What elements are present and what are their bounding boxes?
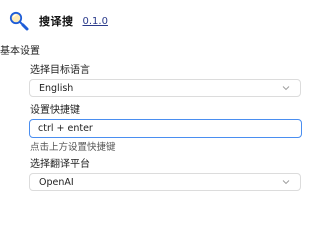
platform-value: OpenAI	[39, 176, 74, 188]
target-language-label: 选择目标语言	[30, 65, 90, 76]
version-link[interactable]: 0.1.0	[83, 16, 108, 27]
platform-label: 选择翻译平台	[30, 159, 90, 170]
target-language-select[interactable]: English	[29, 79, 301, 97]
magnifier-logo-icon	[8, 10, 30, 32]
chevron-down-icon	[282, 84, 290, 92]
shortcut-input[interactable]	[29, 119, 302, 138]
shortcut-label: 设置快捷键	[30, 105, 80, 116]
chevron-down-icon	[282, 178, 290, 186]
platform-select[interactable]: OpenAI	[29, 173, 301, 191]
app-title: 搜译搜	[39, 15, 74, 28]
target-language-value: English	[39, 82, 74, 94]
section-title: 基本设置	[0, 46, 40, 57]
app-header: 搜译搜 0.1.0	[8, 10, 108, 32]
settings-page: 搜译搜 0.1.0 基本设置 选择目标语言 English 设置快捷键 点击上方…	[0, 0, 320, 210]
shortcut-hint: 点击上方设置快捷键	[30, 142, 116, 153]
